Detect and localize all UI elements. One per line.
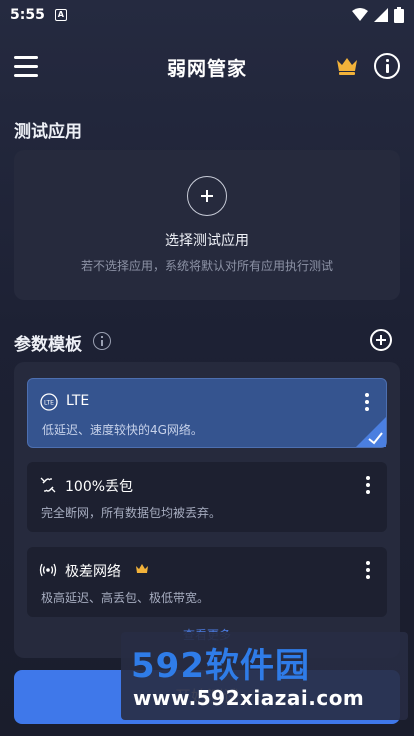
more-options-icon[interactable] bbox=[365, 476, 371, 494]
watermark-brand: 592软件园 bbox=[131, 646, 310, 686]
select-test-app-card[interactable]: 选择测试应用 若不选择应用，系统将默认对所有应用执行测试 bbox=[14, 150, 400, 300]
vip-crown-icon bbox=[136, 564, 148, 573]
template-name: 100%丢包 bbox=[65, 479, 134, 495]
status-icons bbox=[352, 7, 404, 23]
template-item-bad-network[interactable]: 极差网络 极高延迟、高丢包、极低带宽。 bbox=[27, 547, 387, 617]
notification-a-icon: A bbox=[54, 9, 67, 21]
template-item-lte[interactable]: LTE LTE 低延迟、速度较快的4G网络。 bbox=[27, 378, 387, 448]
add-template-icon[interactable] bbox=[370, 329, 392, 351]
battery-icon bbox=[394, 7, 404, 23]
watermark: 592软件园 www.592xiazai.com bbox=[121, 632, 408, 720]
add-app-icon[interactable] bbox=[187, 176, 227, 216]
template-desc: 低延迟、速度较快的4G网络。 bbox=[42, 423, 203, 437]
watermark-url: www.592xiazai.com bbox=[133, 686, 365, 710]
wifi-icon bbox=[352, 8, 368, 21]
templates-info-icon[interactable] bbox=[93, 332, 111, 350]
select-app-hint: 若不选择应用，系统将默认对所有应用执行测试 bbox=[80, 259, 333, 273]
select-app-label: 选择测试应用 bbox=[165, 233, 249, 249]
templates-section-title: 参数模板 bbox=[14, 335, 82, 355]
selected-check-icon bbox=[356, 417, 386, 447]
template-desc: 完全断网，所有数据包均被丢弃。 bbox=[41, 506, 222, 520]
svg-text:LTE: LTE bbox=[44, 400, 54, 407]
lte-icon: LTE bbox=[40, 393, 58, 411]
status-bar: 5:55 A bbox=[0, 0, 414, 30]
template-name: 极差网络 bbox=[65, 564, 121, 580]
status-time: 5:55 bbox=[10, 7, 45, 23]
template-item-100-loss[interactable]: 100%丢包 完全断网，所有数据包均被丢弃。 bbox=[27, 462, 387, 532]
crown-icon[interactable] bbox=[335, 56, 359, 76]
broken-link-icon bbox=[40, 477, 56, 493]
template-name: LTE bbox=[66, 393, 90, 409]
template-list: LTE LTE 低延迟、速度较快的4G网络。 100%丢包 完全断网，所有数据包… bbox=[14, 362, 400, 658]
app-header: 弱网管家 bbox=[0, 44, 414, 90]
cell-signal-icon bbox=[374, 8, 388, 22]
more-options-icon[interactable] bbox=[365, 561, 371, 579]
signal-icon bbox=[39, 563, 57, 577]
template-desc: 极高延迟、高丢包、极低带宽。 bbox=[41, 591, 210, 605]
test-app-section-title: 测试应用 bbox=[14, 122, 82, 142]
more-options-icon[interactable] bbox=[364, 393, 370, 411]
info-icon[interactable] bbox=[374, 53, 400, 79]
